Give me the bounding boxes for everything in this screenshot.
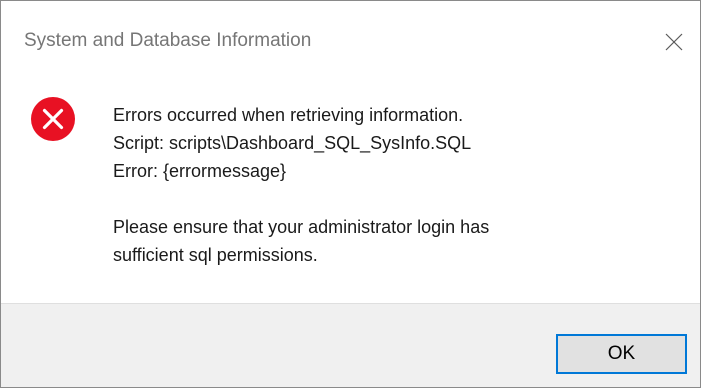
message-line-advice-cont: sufficient sql permissions.: [113, 245, 318, 265]
message-line-error-detail: Error: {errormessage}: [113, 161, 287, 181]
button-bar: OK: [1, 303, 700, 387]
close-button[interactable]: [657, 25, 691, 59]
message-line-advice: Please ensure that your administrator lo…: [113, 217, 490, 237]
message-spacer: [113, 185, 489, 213]
message-dialog: System and Database Information Errors o…: [0, 0, 701, 388]
error-icon: [31, 97, 75, 141]
message-line-error-summary: Errors occurred when retrieving informat…: [113, 105, 464, 125]
dialog-content: Errors occurred when retrieving informat…: [1, 81, 700, 303]
message-line-script: Script: scripts\Dashboard_SQL_SysInfo.SQ…: [113, 133, 472, 153]
error-message: Errors occurred when retrieving informat…: [113, 101, 489, 269]
ok-button[interactable]: OK: [556, 334, 687, 374]
ok-button-label: OK: [607, 343, 636, 364]
title-bar[interactable]: System and Database Information: [1, 1, 700, 81]
close-icon: [665, 33, 683, 51]
dialog-title: System and Database Information: [24, 30, 312, 51]
